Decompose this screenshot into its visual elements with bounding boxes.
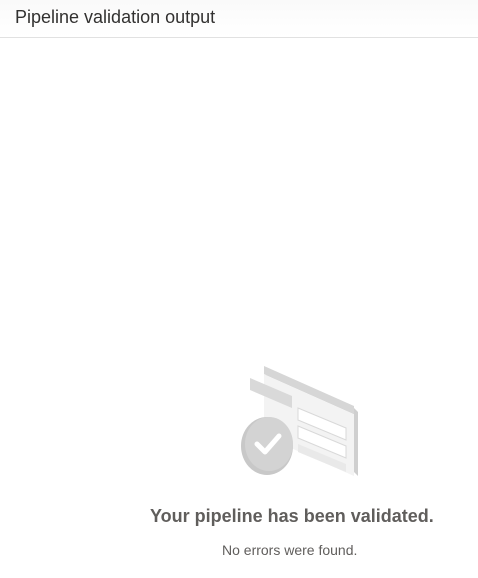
- validated-checkmark-illustration-icon: [241, 366, 358, 476]
- panel-header: Pipeline validation output: [0, 0, 478, 38]
- validation-output-panel: Pipeline validation output Your pipeline…: [0, 0, 478, 578]
- validation-success-title: Your pipeline has been validated.: [150, 506, 434, 526]
- validation-success-subtitle: No errors were found.: [222, 542, 358, 558]
- panel-title: Pipeline validation output: [15, 7, 216, 27]
